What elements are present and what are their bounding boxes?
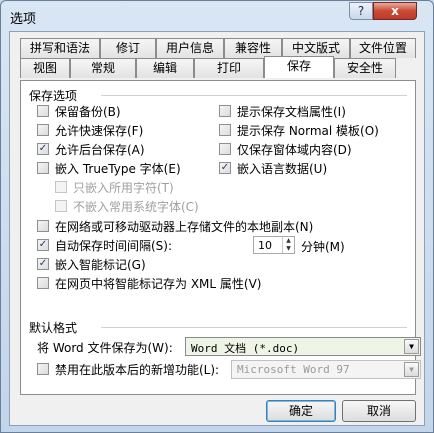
no-common-fonts-checkbox[interactable]: [55, 200, 67, 212]
embed-used-chars-label: 只嵌入所用字符(T): [73, 181, 174, 195]
autosave-unit-label: 分钟(M): [301, 240, 345, 254]
divider: [101, 327, 407, 328]
disable-new-features-checkbox[interactable]: [37, 363, 49, 375]
cancel-button[interactable]: 取消: [342, 400, 416, 422]
spin-up-icon[interactable]: ▲: [283, 237, 294, 245]
background-save-label: 允许后台保存(A): [55, 143, 145, 157]
smart-tags-xml-checkbox[interactable]: [37, 277, 49, 289]
autosave-interval-value: 10: [258, 239, 272, 252]
no-common-fonts-label: 不嵌入常用系统字体(C): [73, 200, 199, 214]
spinner-arrows[interactable]: ▲ ▼: [282, 237, 294, 253]
embed-used-chars-checkbox[interactable]: [55, 181, 67, 193]
prompt-doc-properties-label: 提示保存文档属性(I): [237, 105, 346, 119]
disable-new-features-label: 禁用在此版本后的新增功能(L):: [55, 363, 220, 377]
ok-button[interactable]: 确定: [266, 400, 336, 422]
embed-smart-tags-label: 嵌入智能标记(G): [55, 258, 146, 272]
save-tab-panel: 保存选项 保留备份(B) 允许快速保存(F) ✓ 允许后台保存(A) 嵌入 Tr…: [20, 80, 421, 395]
tab-print[interactable]: 打印: [194, 58, 264, 78]
embed-truetype-label: 嵌入 TrueType 字体(E): [55, 162, 181, 176]
tab-save[interactable]: 保存: [264, 56, 334, 78]
form-data-only-checkbox[interactable]: [219, 143, 231, 155]
keep-backup-checkbox[interactable]: [37, 105, 49, 117]
default-format-group-title: 默认格式: [29, 321, 78, 335]
tab-edit[interactable]: 编辑: [136, 58, 194, 78]
prompt-normal-template-label: 提示保存 Normal 模板(O): [237, 124, 379, 138]
version-value: Microsoft Word 97: [237, 363, 350, 376]
title-bar: 选项 ? x: [1, 1, 433, 31]
prompt-normal-template-checkbox[interactable]: [219, 124, 231, 136]
close-button[interactable]: x: [373, 2, 417, 20]
form-data-only-label: 仅保存窗体域内容(D): [237, 143, 352, 157]
save-format-value: Word 文档 (*.doc): [191, 342, 300, 355]
tab-general[interactable]: 常规: [70, 58, 136, 78]
save-options-group-title: 保存选项: [29, 89, 78, 103]
embed-truetype-checkbox[interactable]: [37, 162, 49, 174]
network-local-copy-label: 在网络或可移动驱动器上存储文件的本地副本(N): [55, 220, 314, 234]
tab-spelling-grammar[interactable]: 拼写和语法: [20, 38, 100, 58]
help-button[interactable]: ?: [349, 2, 373, 20]
dialog-title: 选项: [10, 12, 37, 27]
dialog-client: 拼写和语法 修订 用户信息 兼容性 中文版式 文件位置 视图 常规 编辑 打印 …: [9, 31, 425, 426]
fast-save-checkbox[interactable]: [37, 124, 49, 136]
save-format-select[interactable]: Word 文档 (*.doc) ▼: [185, 337, 421, 356]
network-local-copy-checkbox[interactable]: [37, 220, 49, 232]
tab-user-info[interactable]: 用户信息: [156, 38, 224, 58]
divider: [101, 95, 407, 96]
prompt-doc-properties-checkbox[interactable]: [219, 105, 231, 117]
autosave-label: 自动保存时间间隔(S):: [55, 239, 173, 253]
tab-track-changes[interactable]: 修订: [100, 38, 156, 58]
embed-language-data-label: 嵌入语言数据(U): [237, 162, 328, 176]
autosave-checkbox[interactable]: ✓: [37, 239, 49, 251]
tab-compatibility[interactable]: 兼容性: [224, 38, 282, 58]
save-word-as-label: 将 Word 文件保存为(W):: [37, 341, 173, 355]
spin-down-icon[interactable]: ▼: [283, 245, 294, 253]
tab-security[interactable]: 安全性: [334, 58, 396, 78]
chevron-down-icon[interactable]: ▼: [404, 339, 419, 354]
autosave-interval-spinner[interactable]: 10 ▲ ▼: [253, 236, 295, 254]
keep-backup-label: 保留备份(B): [55, 105, 121, 119]
tab-view[interactable]: 视图: [20, 58, 70, 78]
tab-file-locations[interactable]: 文件位置: [350, 38, 416, 58]
embed-language-data-checkbox[interactable]: ✓: [219, 162, 231, 174]
smart-tags-xml-label: 在网页中将智能标记存为 XML 属性(V): [55, 277, 262, 291]
background-save-checkbox[interactable]: ✓: [37, 143, 49, 155]
fast-save-label: 允许快速保存(F): [55, 124, 144, 138]
options-dialog: 选项 ? x 拼写和语法 修订 用户信息 兼容性 中文版式 文件位置 视图 常规…: [0, 0, 434, 433]
chevron-down-icon[interactable]: ▼: [404, 362, 419, 377]
version-select[interactable]: Microsoft Word 97 ▼: [231, 360, 421, 379]
tab-chinese-layout[interactable]: 中文版式: [282, 38, 350, 58]
embed-smart-tags-checkbox[interactable]: ✓: [37, 258, 49, 270]
